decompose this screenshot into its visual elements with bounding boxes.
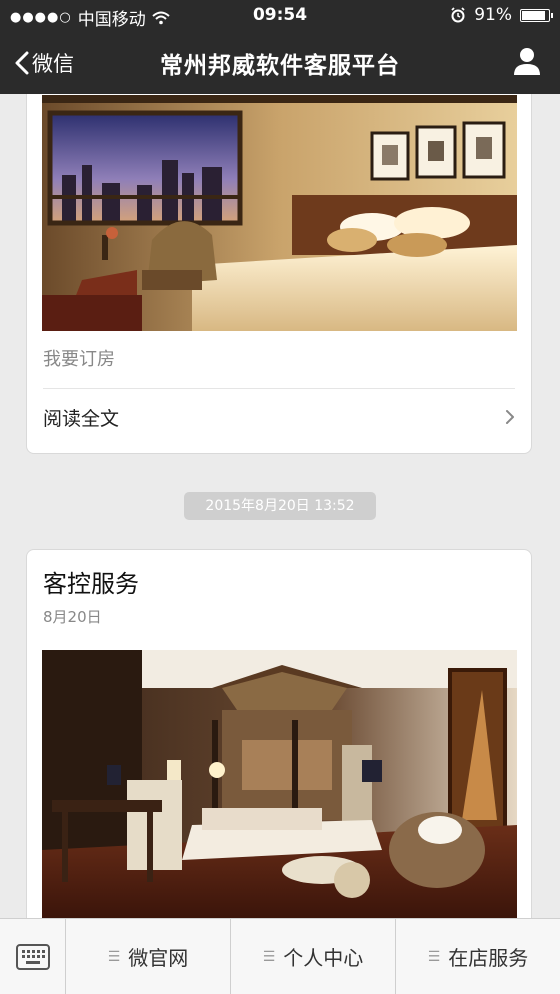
nav-bar: 微信 常州邦威软件客服平台: [0, 30, 560, 94]
article-title: 客控服务: [43, 570, 139, 598]
alarm-icon: [451, 7, 465, 23]
hotel-room-image: [42, 95, 517, 331]
battery-fill: [522, 10, 546, 20]
read-full-article-link[interactable]: 阅读全文: [43, 389, 515, 445]
status-bar: ●●●●○ 中国移动 09:54 91%: [0, 0, 560, 30]
page-title: 常州邦威软件客服平台: [160, 53, 400, 79]
keyboard-toggle-button[interactable]: [0, 919, 66, 994]
message-timestamp: 2015年8月20日 13:52: [184, 492, 376, 520]
menu-lines-icon: ☰: [427, 948, 441, 965]
menu-label: 微官网: [128, 946, 189, 970]
menu-personal-center[interactable]: ☰ 个人中心: [231, 919, 396, 994]
hotel-room-illustration: [42, 95, 517, 331]
bottom-menu-bar: ☰ 微官网 ☰ 个人中心 ☰ 在店服务: [0, 918, 560, 994]
menu-label: 个人中心: [283, 946, 364, 970]
chevron-right-icon: [506, 410, 514, 424]
menu-lines-icon: ☰: [107, 948, 121, 965]
menu-lines-icon: ☰: [262, 948, 276, 965]
article-date: 8月20日: [43, 608, 102, 626]
read-full-label: 阅读全文: [43, 407, 120, 430]
message-list[interactable]: 我要订房 阅读全文 2015年8月20日 13:52 客控服务 8月20日: [0, 94, 560, 918]
menu-in-store-service[interactable]: ☰ 在店服务: [396, 919, 560, 994]
user-icon: [514, 48, 540, 75]
hotel-room-image: [42, 650, 517, 918]
keyboard-icon: [15, 943, 50, 970]
hotel-room-illustration: [42, 650, 517, 918]
menu-label: 在店服务: [448, 946, 529, 970]
article-card[interactable]: 客控服务 8月20日: [26, 549, 532, 918]
article-description: 我要订房: [43, 349, 115, 370]
battery-percent: 91%: [474, 5, 512, 25]
battery-icon: [520, 8, 553, 22]
menu-micro-website[interactable]: ☰ 微官网: [66, 919, 231, 994]
status-right: 91%: [450, 5, 553, 25]
article-card[interactable]: 我要订房 阅读全文: [26, 94, 532, 454]
user-profile-button[interactable]: [512, 46, 542, 80]
